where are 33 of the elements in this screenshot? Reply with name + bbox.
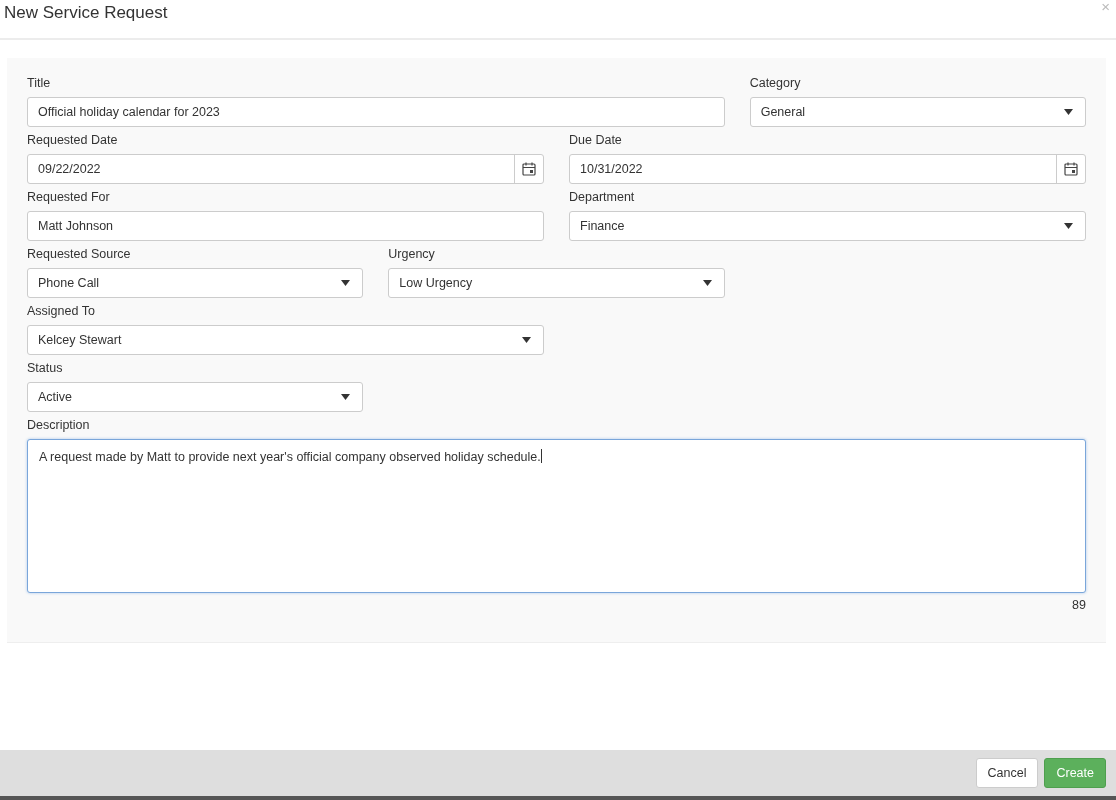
- field-label: Urgency: [388, 247, 436, 263]
- date-field[interactable]: 10/31/2022: [569, 154, 1086, 184]
- field-label: Due Date: [569, 133, 623, 149]
- field-label: Requested Date: [27, 133, 119, 149]
- cancel-button[interactable]: Cancel: [975, 758, 1039, 788]
- dropdown[interactable]: General: [749, 97, 1086, 127]
- text-field[interactable]: Matt Johnson: [27, 211, 544, 241]
- date-field[interactable]: 09/22/2022: [27, 154, 544, 184]
- description-textarea[interactable]: A request made by Matt to provide next year's official company observed holiday schedule.: [27, 439, 1086, 593]
- caret-icon: [522, 337, 531, 343]
- text-field[interactable]: Official holiday calendar for 2023: [27, 97, 725, 127]
- field-label: Description: [27, 418, 91, 434]
- field-label: Status: [27, 361, 64, 377]
- caret-icon: [1064, 223, 1073, 229]
- dropdown[interactable]: Finance: [569, 211, 1086, 241]
- dropdown[interactable]: Phone Call: [27, 268, 364, 298]
- dropdown[interactable]: Active: [27, 382, 364, 412]
- field-label: Title: [27, 76, 52, 92]
- caret-icon: [1064, 109, 1073, 115]
- calendar-icon[interactable]: [522, 162, 536, 176]
- dialog-title: New Service Request: [4, 3, 168, 23]
- caret-icon: [341, 280, 351, 286]
- field-label: Category: [749, 76, 802, 92]
- caret-icon: [702, 280, 712, 286]
- field-label: Requested Source: [27, 247, 132, 263]
- calendar-icon[interactable]: [1064, 162, 1078, 176]
- field-label: Assigned To: [27, 304, 96, 320]
- field-label: Department: [569, 190, 636, 206]
- caret-icon: [341, 394, 351, 400]
- character-count: 89: [1072, 598, 1086, 612]
- dropdown[interactable]: Low Urgency: [388, 268, 725, 298]
- field-label: Requested For: [27, 190, 111, 206]
- dropdown[interactable]: Kelcey Stewart: [27, 325, 544, 355]
